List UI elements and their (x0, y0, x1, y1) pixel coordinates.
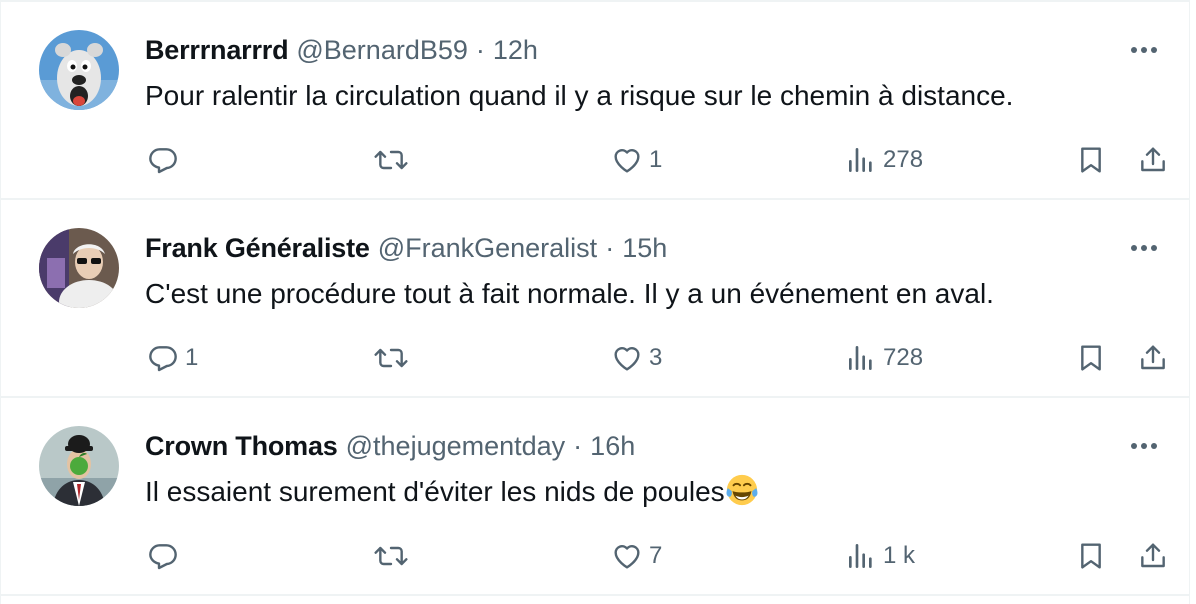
son-of-man-painting-avatar-icon (39, 426, 119, 506)
retweet-icon (374, 348, 408, 368)
heart-icon (614, 545, 640, 569)
retweet-icon (374, 150, 408, 170)
more-dots-icon (1131, 443, 1157, 449)
reply-button[interactable] (147, 536, 185, 576)
like-button[interactable]: 3 (611, 338, 662, 378)
bookmark-button[interactable] (1075, 536, 1107, 576)
tweet-item[interactable]: Frank Généraliste @FrankGeneralist · 15h… (1, 200, 1189, 398)
separator: · (573, 431, 583, 461)
view-count: 278 (883, 146, 924, 173)
share-icon (1141, 147, 1165, 172)
reply-icon (149, 544, 177, 570)
reply-icon (149, 148, 177, 174)
like-button[interactable]: 7 (611, 536, 662, 576)
avatar[interactable] (39, 228, 119, 308)
reply-feed: Berrrnarrrd @BernardB59 · 12h Pour ralen… (0, 0, 1190, 604)
more-dots-icon (1131, 47, 1157, 53)
like-count: 1 (649, 146, 663, 173)
retweet-button[interactable] (373, 536, 415, 576)
tweet-header: Berrrnarrrd @BernardB59 · 12h (145, 32, 538, 68)
share-button[interactable] (1137, 140, 1169, 180)
tweet-text-content: Il essaient surement d'éviter les nids d… (145, 476, 725, 507)
retweet-button[interactable] (373, 140, 415, 180)
tweet-header: Crown Thomas @thejugementday · 16h (145, 428, 635, 464)
like-count: 7 (649, 542, 663, 569)
share-button[interactable] (1137, 338, 1169, 378)
analytics-icon (849, 346, 872, 370)
display-name[interactable]: Berrrnarrrd (145, 32, 289, 68)
more-dots-icon (1131, 245, 1157, 251)
share-icon (1141, 345, 1165, 370)
reply-button[interactable] (147, 140, 185, 180)
retweet-icon (374, 546, 408, 566)
timestamp[interactable]: 16h (590, 428, 635, 464)
more-options-button[interactable] (1127, 38, 1161, 62)
share-icon (1141, 543, 1165, 568)
timestamp[interactable]: 15h (622, 230, 667, 266)
user-handle[interactable]: @thejugementday (346, 428, 566, 464)
tweet-text: Pour ralentir la circulation quand il y … (145, 80, 1014, 111)
tweet-text: Il essaient surement d'éviter les nids d… (145, 472, 759, 512)
share-button[interactable] (1137, 536, 1169, 576)
bookmark-icon (1081, 543, 1101, 569)
like-button[interactable]: 1 (611, 140, 662, 180)
face-with-tears-of-joy-icon (726, 474, 758, 506)
view-count: 728 (883, 344, 924, 371)
more-options-button[interactable] (1127, 434, 1161, 458)
analytics-icon (849, 544, 872, 568)
tweet-actions: 7 1 k (1, 536, 1189, 576)
more-options-button[interactable] (1127, 236, 1161, 260)
reply-button[interactable]: 1 (147, 338, 198, 378)
reply-count: 1 (185, 344, 199, 371)
bookmark-button[interactable] (1075, 140, 1107, 180)
separator: · (475, 35, 485, 65)
avatar[interactable] (39, 30, 119, 110)
person-with-sunglasses-avatar-icon (39, 228, 119, 308)
views-button[interactable]: 1 k (845, 536, 915, 576)
analytics-icon (849, 148, 872, 172)
separator: · (605, 233, 615, 263)
tweet-header: Frank Généraliste @FrankGeneralist · 15h (145, 230, 667, 266)
tweet-text: C'est une procédure tout à fait normale.… (145, 278, 994, 309)
heart-icon (614, 347, 640, 371)
tweet-actions: 1 3 728 (1, 338, 1189, 378)
views-button[interactable]: 728 (845, 338, 923, 378)
retweet-button[interactable] (373, 338, 415, 378)
timestamp[interactable]: 12h (493, 32, 538, 68)
like-count: 3 (649, 344, 663, 371)
bookmark-icon (1081, 147, 1101, 173)
view-count: 1 k (883, 542, 916, 569)
tweet-item[interactable]: Crown Thomas @thejugementday · 16h Il es… (1, 398, 1189, 596)
heart-icon (614, 149, 640, 173)
tweet-actions: 1 278 (1, 140, 1189, 180)
views-button[interactable]: 278 (845, 140, 923, 180)
tweet-item[interactable]: Berrrnarrrd @BernardB59 · 12h Pour ralen… (1, 2, 1189, 200)
display-name[interactable]: Crown Thomas (145, 428, 338, 464)
user-handle[interactable]: @FrankGeneralist (378, 230, 597, 266)
display-name[interactable]: Frank Généraliste (145, 230, 370, 266)
bookmark-button[interactable] (1075, 338, 1107, 378)
avatar[interactable] (39, 426, 119, 506)
reply-icon (149, 346, 177, 372)
user-handle[interactable]: @BernardB59 (296, 32, 468, 68)
cartoon-bear-avatar-icon (39, 30, 119, 110)
bookmark-icon (1081, 345, 1101, 371)
